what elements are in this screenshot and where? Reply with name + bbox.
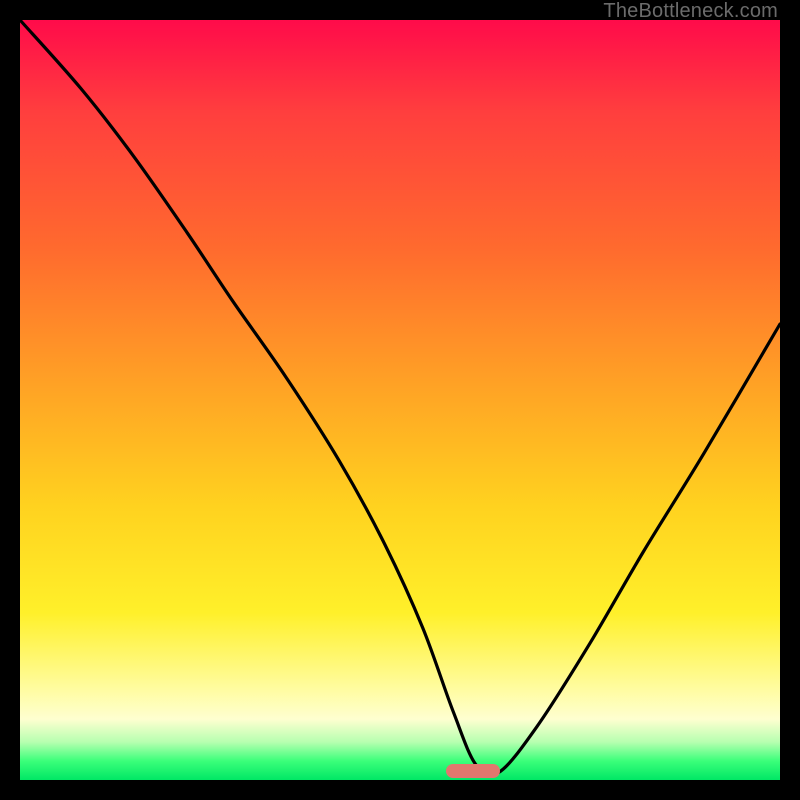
chart-frame: TheBottleneck.com	[0, 0, 800, 800]
optimal-range-marker	[446, 764, 500, 778]
bottleneck-curve	[20, 20, 780, 780]
watermark-text: TheBottleneck.com	[603, 0, 778, 23]
